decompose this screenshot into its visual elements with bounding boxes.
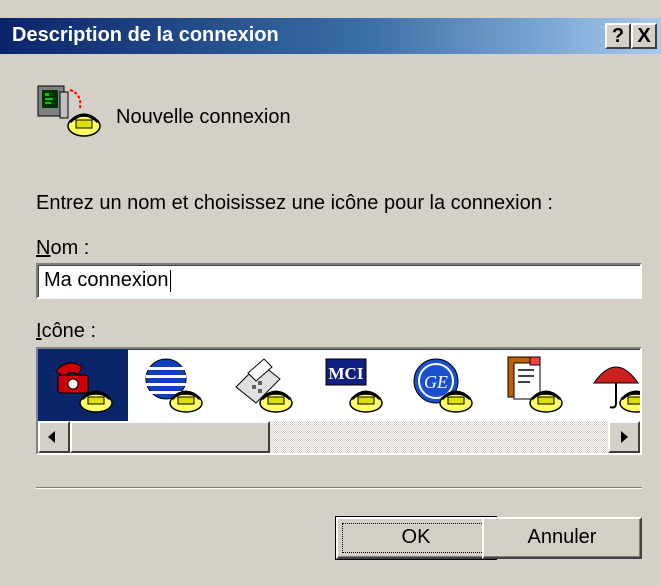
fax-machine-icon — [235, 358, 293, 413]
modem-computer-icon — [36, 82, 106, 142]
scroll-right-button[interactable] — [608, 421, 640, 453]
icon-option-ge[interactable]: GE — [398, 349, 488, 421]
connection-description-dialog: Description de la connexion ? X Nouvelle… — [0, 0, 661, 586]
arrow-right-icon — [621, 431, 628, 443]
ok-button-label: OK — [401, 526, 431, 548]
icon-option-red-telephone[interactable] — [38, 349, 128, 421]
icon-option-umbrella[interactable] — [578, 349, 640, 421]
name-input[interactable]: Ma connexion — [36, 263, 642, 299]
icon-list[interactable]: MCI GE — [36, 347, 642, 455]
name-input-value: Ma connexion — [44, 269, 169, 291]
icon-strip: MCI GE — [38, 349, 640, 421]
ok-button[interactable]: OK — [335, 516, 497, 560]
icon-option-mci[interactable]: MCI — [308, 349, 398, 421]
name-label: Nom : — [36, 237, 90, 259]
cancel-button[interactable]: Annuler — [482, 517, 642, 559]
separator-line — [36, 487, 642, 489]
text-caret — [169, 269, 171, 292]
title-bar[interactable]: Description de la connexion ? X — [0, 18, 661, 54]
ge-logo-icon: GE — [413, 358, 473, 413]
documents-icon — [507, 356, 563, 413]
close-button[interactable]: X — [631, 23, 657, 49]
globe-telephone-icon — [145, 358, 203, 413]
icon-option-documents[interactable] — [488, 349, 578, 421]
dialog-title: Description de la connexion — [12, 24, 279, 46]
icon-option-fax[interactable] — [218, 349, 308, 421]
connection-name: Nouvelle connexion — [116, 106, 291, 128]
horizontal-scrollbar[interactable] — [38, 421, 640, 453]
red-telephone-icon — [55, 362, 113, 413]
instructions-text: Entrez un nom et choisissez une icône po… — [36, 192, 553, 214]
scroll-left-button[interactable] — [38, 421, 70, 453]
mci-logo-icon: MCI — [325, 358, 383, 413]
scrollbar-thumb[interactable] — [70, 421, 270, 453]
icon-label: Icône : — [36, 320, 97, 342]
icon-option-globe-telephone[interactable] — [128, 349, 218, 421]
arrow-left-icon — [48, 431, 55, 443]
help-button[interactable]: ? — [605, 23, 631, 49]
umbrella-icon — [593, 366, 640, 413]
svg-text:GE: GE — [424, 372, 448, 392]
svg-text:MCI: MCI — [329, 364, 364, 383]
